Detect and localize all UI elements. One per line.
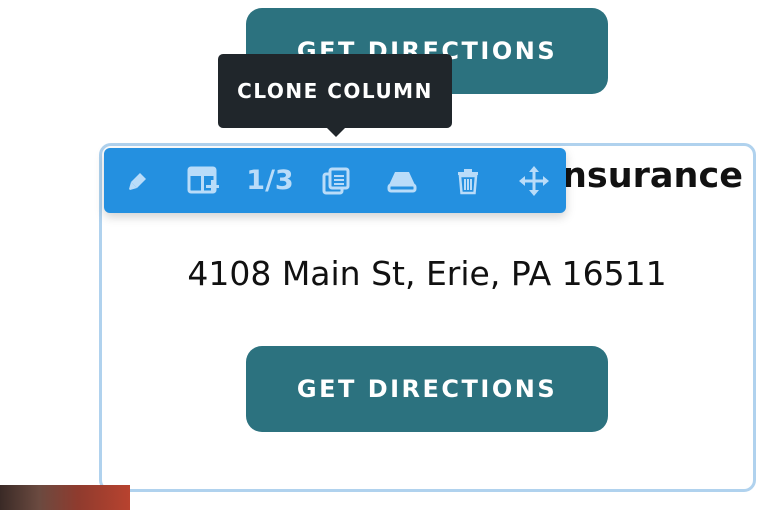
move-column-button[interactable] [506, 148, 562, 213]
eraser-icon [387, 171, 417, 192]
column-size-button[interactable]: 1/3 [242, 148, 298, 213]
column-size-label: 1/3 [246, 165, 294, 196]
add-column-button[interactable] [176, 148, 232, 213]
disable-column-button[interactable] [374, 148, 430, 213]
column-title: nsurance [562, 156, 743, 196]
add-column-icon [187, 166, 219, 193]
tooltip-arrow [325, 126, 347, 137]
column-toolbar: 1/3 [104, 148, 566, 213]
clone-column-button[interactable] [308, 148, 364, 213]
trash-icon [458, 168, 478, 194]
address-text: 4108 Main St, Erie, PA 16511 [187, 254, 667, 293]
edit-column-button[interactable] [110, 148, 166, 213]
move-icon [519, 165, 549, 196]
pen-icon [129, 172, 146, 190]
clone-icon [322, 167, 350, 194]
get-directions-button[interactable]: GET DIRECTIONS [246, 346, 608, 432]
clone-column-tooltip: CLONE COLUMN [218, 54, 452, 128]
background-photo [0, 485, 130, 510]
delete-column-button[interactable] [440, 148, 496, 213]
